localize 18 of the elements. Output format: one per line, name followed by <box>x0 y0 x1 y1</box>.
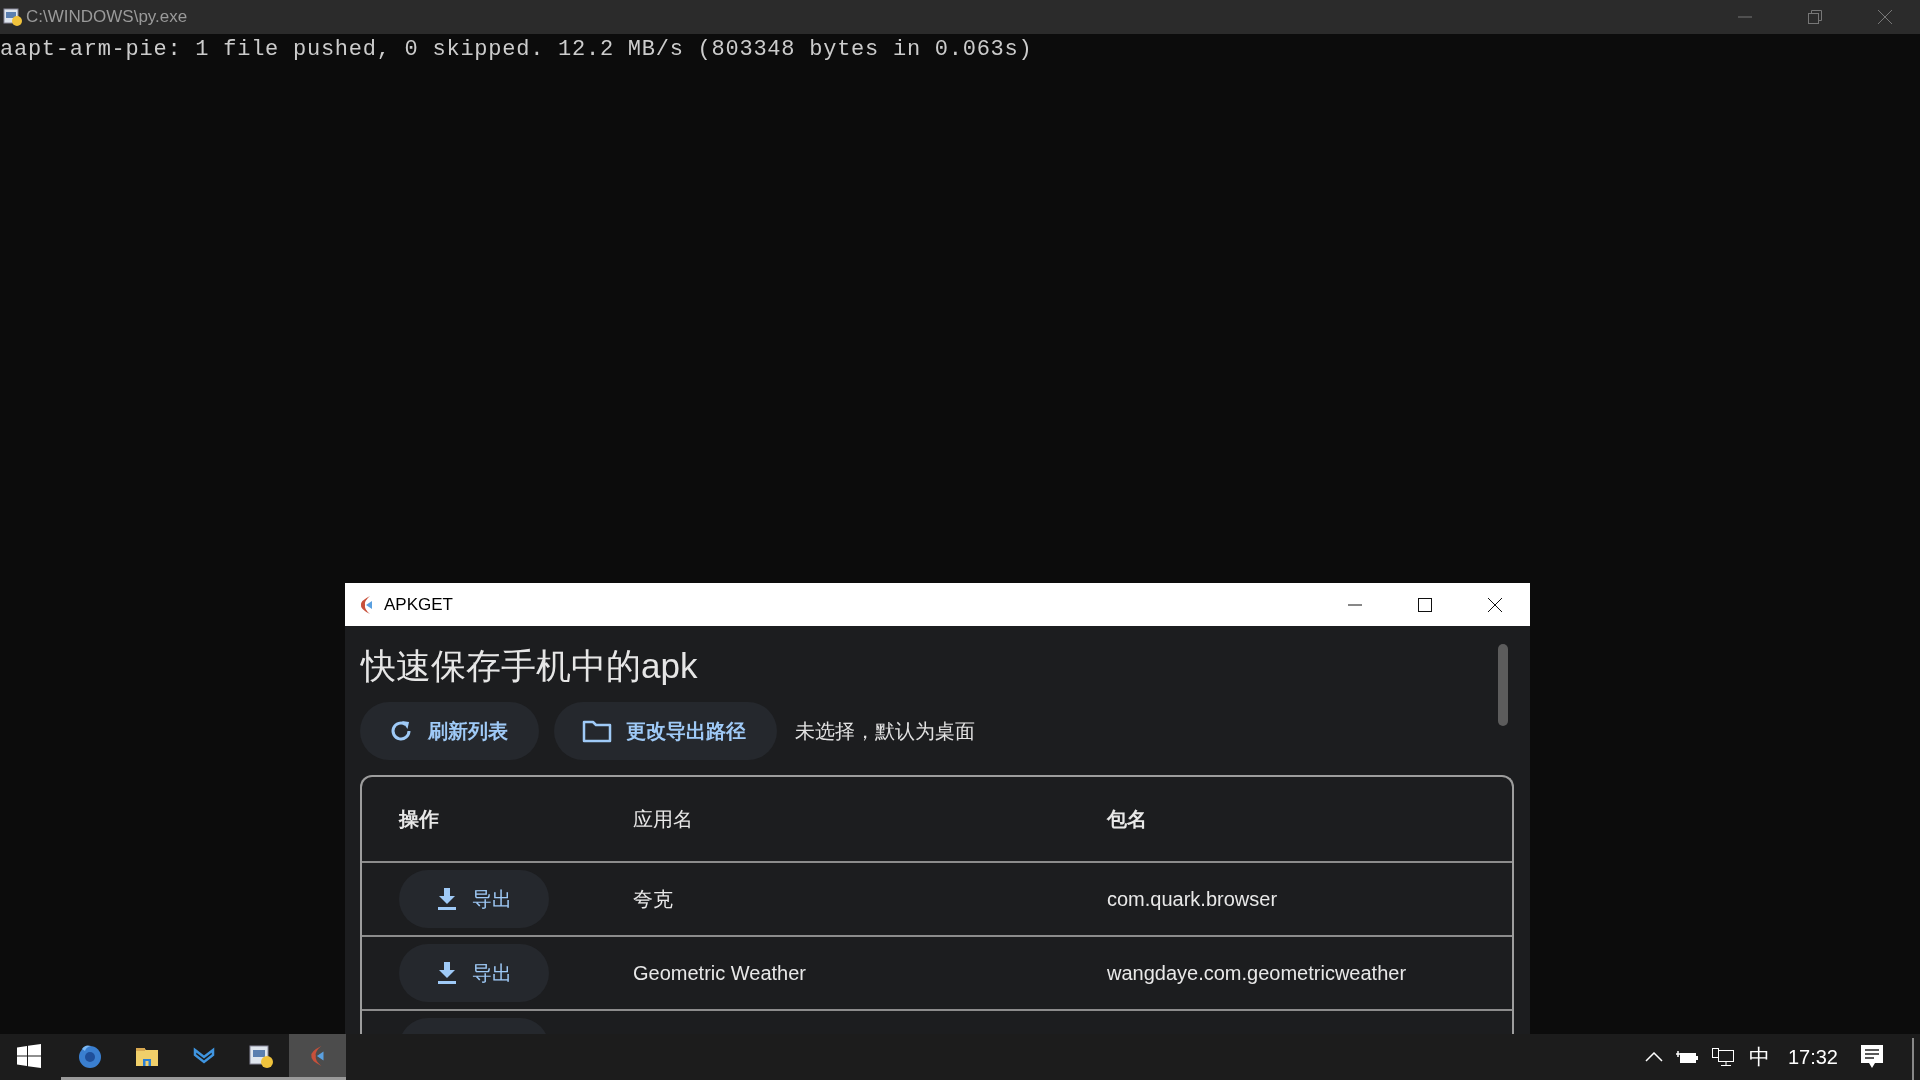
table-cell-text: 夸克 <box>633 886 674 912</box>
window-title: C:\WINDOWS\py.exe <box>26 7 188 27</box>
export-button[interactable]: 导出 <box>399 870 549 928</box>
console-output-line: aapt-arm-pie: 1 file pushed, 0 skipped. 12.2 MB/s (803348 bytes in 0.063s) <box>0 36 1034 64</box>
refresh-button[interactable]: 刷新列表 <box>360 702 539 760</box>
path-status-text: 未选择，默认为桌面 <box>795 718 975 744</box>
table-cell-text: Geometric Weather <box>633 961 808 985</box>
window-title: APKGET <box>384 594 453 615</box>
clock[interactable]: 17:32 <box>1777 1034 1854 1080</box>
input-method-button[interactable]: 中 <box>1740 1034 1778 1080</box>
export-button[interactable]: 导出 <box>399 944 549 1002</box>
column-header: 应用名 <box>633 806 694 832</box>
page-heading: 快速保存手机中的apk <box>361 645 698 687</box>
column-header: 操作 <box>397 806 440 832</box>
column-header: 包名 <box>1107 806 1147 832</box>
change-path-button[interactable]: 更改导出路径 <box>554 702 777 760</box>
table-cell: wangdaye.com.geometricweather <box>1107 961 1407 985</box>
table-cell: com.quark.browser <box>1107 887 1278 911</box>
